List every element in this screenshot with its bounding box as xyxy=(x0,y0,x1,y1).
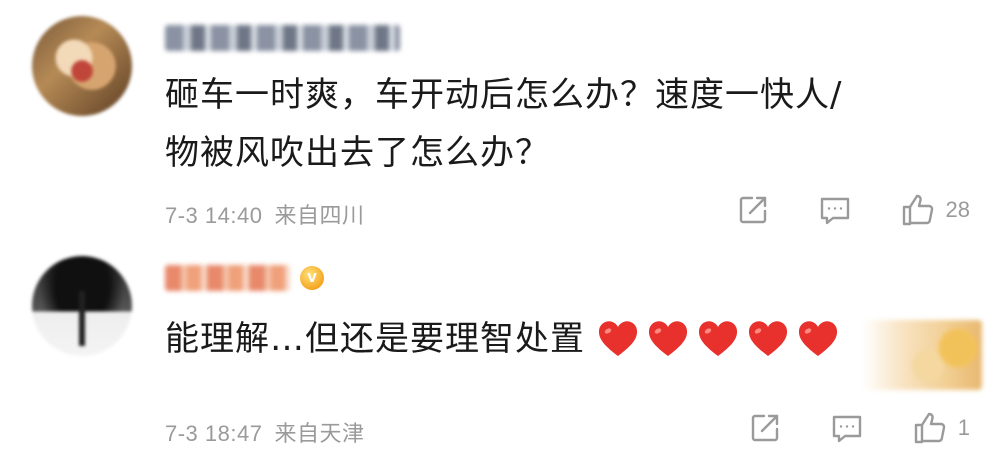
username-blurred xyxy=(165,265,290,291)
comment-time: 7-3 18:47 xyxy=(165,421,263,446)
share-icon xyxy=(736,193,770,227)
heart-emoji-icon xyxy=(748,321,788,356)
comment-actions: 28 xyxy=(688,192,970,228)
comment-item: V 能理解…但还是要理智处置 7-3 18:47 来自天津 1 xyxy=(0,240,1000,462)
like-count: 28 xyxy=(945,197,970,222)
comment-text-line: 能理解…但还是要理智处置 xyxy=(165,319,585,359)
comment-actions: 1 xyxy=(700,410,970,446)
avatar[interactable] xyxy=(32,16,132,116)
comment-meta: 7-3 18:47 来自天津 xyxy=(165,416,364,448)
reply-button[interactable] xyxy=(830,411,864,445)
avatar[interactable] xyxy=(32,256,132,356)
vip-badge-icon: V xyxy=(300,266,324,290)
emoji-row xyxy=(597,320,839,358)
username[interactable] xyxy=(165,24,400,52)
comment-text-line: 砸车一时爽，车开动后怎么办？速度一快人/ xyxy=(165,75,843,115)
comment-text: 能理解…但还是要理智处置 xyxy=(165,310,965,368)
share-icon xyxy=(748,411,782,445)
comment-location: 来自天津 xyxy=(274,421,365,446)
comment-time: 7-3 14:40 xyxy=(165,203,263,228)
comment-icon xyxy=(818,193,852,227)
reply-button[interactable] xyxy=(818,193,852,227)
comment-meta: 7-3 14:40 来自四川 xyxy=(165,198,364,230)
share-button[interactable] xyxy=(748,411,782,445)
like-count: 1 xyxy=(957,415,970,440)
share-button[interactable] xyxy=(736,193,770,227)
comment-text: 砸车一时爽，车开动后怎么办？速度一快人/ 物被风吹出去了怎么办？ xyxy=(165,66,965,182)
comment-icon xyxy=(830,411,864,445)
comment-location: 来自四川 xyxy=(274,203,365,228)
comment-item: 砸车一时爽，车开动后怎么办？速度一快人/ 物被风吹出去了怎么办？ 7-3 14:… xyxy=(0,0,1000,240)
heart-emoji-icon xyxy=(698,321,738,356)
heart-emoji-icon xyxy=(598,321,638,356)
like-button[interactable]: 1 xyxy=(912,410,970,446)
username-blurred xyxy=(165,25,400,51)
badge-sticker-blurred xyxy=(862,320,982,390)
avatar-tree-trunk xyxy=(79,291,85,346)
username[interactable]: V xyxy=(165,264,324,292)
like-button[interactable]: 28 xyxy=(900,192,970,228)
thumbs-up-icon xyxy=(900,192,936,228)
thumbs-up-icon xyxy=(912,410,948,446)
comment-text-line: 物被风吹出去了怎么办？ xyxy=(165,133,550,173)
comment-list: 砸车一时爽，车开动后怎么办？速度一快人/ 物被风吹出去了怎么办？ 7-3 14:… xyxy=(0,0,1000,462)
heart-emoji-icon xyxy=(648,321,688,356)
heart-emoji-icon xyxy=(798,321,838,356)
